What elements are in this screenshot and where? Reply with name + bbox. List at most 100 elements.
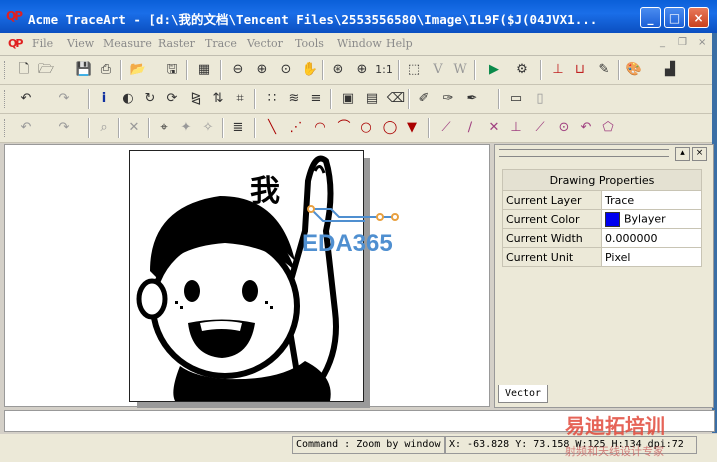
brush-shape-icon[interactable]: ✒ (462, 89, 482, 109)
histogram-icon[interactable]: ▟ (660, 60, 680, 80)
vector-magic-icon[interactable]: ✦ (176, 118, 196, 138)
vector-v-button[interactable]: V (428, 60, 448, 80)
import-icon[interactable]: 📂 (128, 60, 148, 80)
toolbar-grip[interactable] (4, 90, 8, 108)
property-value-layer[interactable]: Trace (601, 190, 702, 210)
menu-window[interactable]: Window (337, 37, 382, 50)
snap-perpendicular-icon[interactable]: ⊥ (506, 118, 526, 138)
thicken-icon[interactable]: ≡ (306, 89, 326, 109)
polyline-icon[interactable]: ⋰ (286, 118, 306, 138)
mdi-minimize-button[interactable]: _ (660, 37, 665, 48)
menu-help[interactable]: Help (386, 37, 413, 50)
property-value-unit[interactable]: Pixel (601, 247, 702, 267)
despeckle-icon[interactable]: ∷ (262, 89, 282, 109)
vector-edit-icon[interactable]: ⌖ (154, 118, 174, 138)
table-row[interactable]: Current Color Bylayer (502, 209, 702, 229)
document-properties-icon[interactable]: ▯ (530, 89, 550, 109)
toolbar-grip[interactable] (4, 61, 8, 79)
mdi-close-button[interactable]: × (698, 37, 706, 48)
pencil-icon[interactable]: ✎ (594, 60, 614, 80)
snap-center-icon[interactable]: ⊙ (554, 118, 574, 138)
new-icon[interactable]: 🗋 (14, 60, 34, 80)
table-row[interactable]: Current Unit Pixel (502, 247, 702, 267)
rotate-icon[interactable]: ↻ (140, 89, 160, 109)
eraser-icon[interactable]: ⌫ (386, 89, 406, 109)
tab-vector[interactable]: Vector (498, 385, 548, 403)
zoom-window-icon[interactable]: ⊙ (276, 60, 296, 80)
snap-arc-icon[interactable]: ↶ (576, 118, 596, 138)
print-icon[interactable]: ⎙ (96, 60, 116, 80)
table-row[interactable]: Current Width 0.000000 (502, 228, 702, 248)
menu-raster[interactable]: Raster (158, 37, 195, 50)
panel-header[interactable]: ▴ × (495, 145, 713, 161)
invert-icon[interactable]: ◐ (118, 89, 138, 109)
save-icon[interactable]: 💾 (74, 60, 94, 80)
brush-icon[interactable]: ✐ (414, 89, 434, 109)
vector-w-button[interactable]: W (450, 60, 470, 80)
minimize-button[interactable]: _ (640, 7, 661, 28)
crop-icon[interactable]: ⌗ (230, 89, 250, 109)
origin-icon[interactable]: ⊥ (548, 60, 568, 80)
thin-icon[interactable]: ≋ (284, 89, 304, 109)
panel-close-button[interactable]: × (692, 147, 707, 161)
panel-pin-button[interactable]: ▴ (675, 147, 690, 161)
toolbar-grip[interactable] (4, 119, 8, 137)
fill-icon[interactable]: ▣ (338, 89, 358, 109)
polygon-fill-icon[interactable]: ▼ (402, 118, 422, 138)
table-row[interactable]: Current Layer Trace (502, 190, 702, 210)
menu-file[interactable]: File (32, 37, 53, 50)
zoom-in-icon[interactable]: ⊕ (252, 60, 272, 80)
line-icon[interactable]: ╲ (262, 118, 282, 138)
rotate-free-icon[interactable]: ⟳ (162, 89, 182, 109)
snap-cross-icon[interactable]: ✕ (484, 118, 504, 138)
snap-icon[interactable]: ⊔ (570, 60, 590, 80)
undo-icon[interactable]: ↶ (16, 118, 36, 138)
raster-image[interactable]: 我 (129, 150, 364, 402)
maximize-button[interactable]: □ (664, 7, 685, 28)
circle-3pt-icon[interactable]: ◯ (380, 118, 400, 138)
pan-icon[interactable]: ✋ (300, 60, 320, 80)
mdi-restore-button[interactable]: ❐ (678, 37, 687, 48)
open-icon[interactable]: 🗁 (36, 60, 56, 80)
vector-clean-icon[interactable]: ✧ (198, 118, 218, 138)
page-setup-icon[interactable]: ▦ (194, 60, 214, 80)
snap-tangent-icon[interactable]: ⟋ (530, 118, 550, 138)
flip-icon[interactable]: ⇅ (208, 89, 228, 109)
snap-line-icon[interactable]: ⟋ (436, 118, 456, 138)
circle-icon[interactable]: ○ (356, 118, 376, 138)
snap-slope-icon[interactable]: ∕ (460, 118, 480, 138)
menu-measure[interactable]: Measure (103, 37, 152, 50)
property-value-width[interactable]: 0.000000 (601, 228, 702, 248)
arc-icon[interactable]: ◠ (310, 118, 330, 138)
zoom-select-icon[interactable]: ⌕ (94, 118, 114, 138)
undo-icon[interactable]: ↶ (16, 89, 36, 109)
redo-icon[interactable]: ↷ (54, 118, 74, 138)
menu-tools[interactable]: Tools (295, 37, 324, 50)
export-icon[interactable]: 🖫 (162, 60, 182, 80)
fill-region-icon[interactable]: ▤ (362, 89, 382, 109)
property-value-color[interactable]: Bylayer (601, 209, 702, 229)
color-picker-icon[interactable]: 🎨 (624, 60, 644, 80)
ruler-icon[interactable]: ▭ (506, 89, 526, 109)
run-icon[interactable]: ▶ (484, 60, 504, 80)
redo-icon[interactable]: ↷ (54, 89, 74, 109)
settings-icon[interactable]: ⚙ (512, 60, 532, 80)
zoom-fit-icon[interactable]: ⊛ (328, 60, 348, 80)
menu-view[interactable]: View (67, 37, 94, 50)
arc-3pt-icon[interactable]: ⌒ (334, 118, 354, 138)
info-icon[interactable]: i (94, 89, 114, 109)
zoom-actual-button[interactable]: 1:1 (374, 60, 394, 80)
layers-icon[interactable]: ≣ (228, 118, 248, 138)
delete-icon[interactable]: ✕ (124, 118, 144, 138)
menu-trace[interactable]: Trace (205, 37, 237, 50)
zoom-out-icon[interactable]: ⊖ (228, 60, 248, 80)
panel-grip[interactable] (499, 149, 669, 157)
close-button[interactable]: × (688, 7, 709, 28)
select-icon[interactable]: ⬚ (404, 60, 424, 80)
brush-line-icon[interactable]: ✑ (438, 89, 458, 109)
zoom-all-icon[interactable]: ⊕ (352, 60, 372, 80)
document-icon[interactable]: QP (8, 37, 23, 50)
mirror-icon[interactable]: ⧎ (186, 89, 206, 109)
menu-vector[interactable]: Vector (247, 37, 283, 50)
snap-polygon-icon[interactable]: ⬠ (598, 118, 618, 138)
